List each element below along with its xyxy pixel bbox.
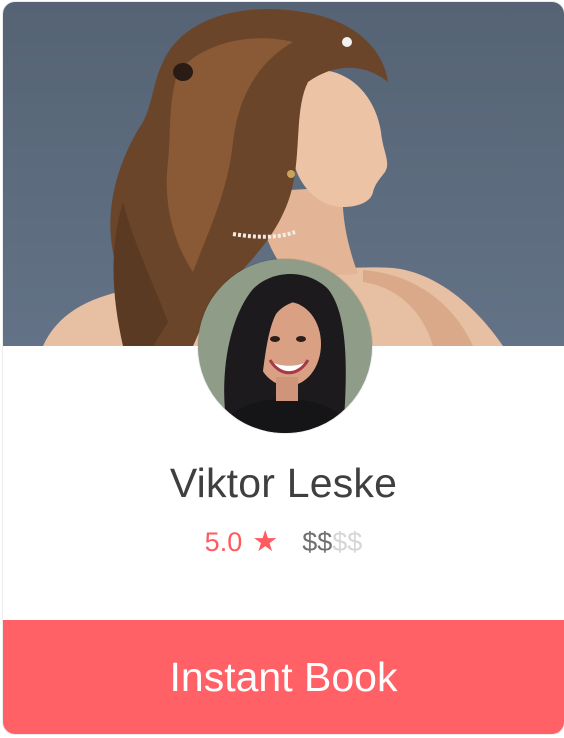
price-inactive: $$ bbox=[332, 527, 363, 557]
star-icon: ★ bbox=[252, 526, 279, 558]
provider-name: Viktor Leske bbox=[169, 460, 398, 506]
provider-card[interactable]: Viktor Leske 5.0 ★ $$ $$ Instant Book bbox=[3, 2, 564, 734]
price-active: $$ bbox=[302, 527, 333, 557]
rating-price-row: 5.0 ★ $$ $$ bbox=[3, 527, 564, 558]
price-level: $$ $$ bbox=[302, 527, 362, 558]
rating-value: 5.0 bbox=[204, 527, 243, 557]
instant-book-button[interactable]: Instant Book bbox=[3, 620, 564, 734]
avatar bbox=[198, 259, 372, 433]
